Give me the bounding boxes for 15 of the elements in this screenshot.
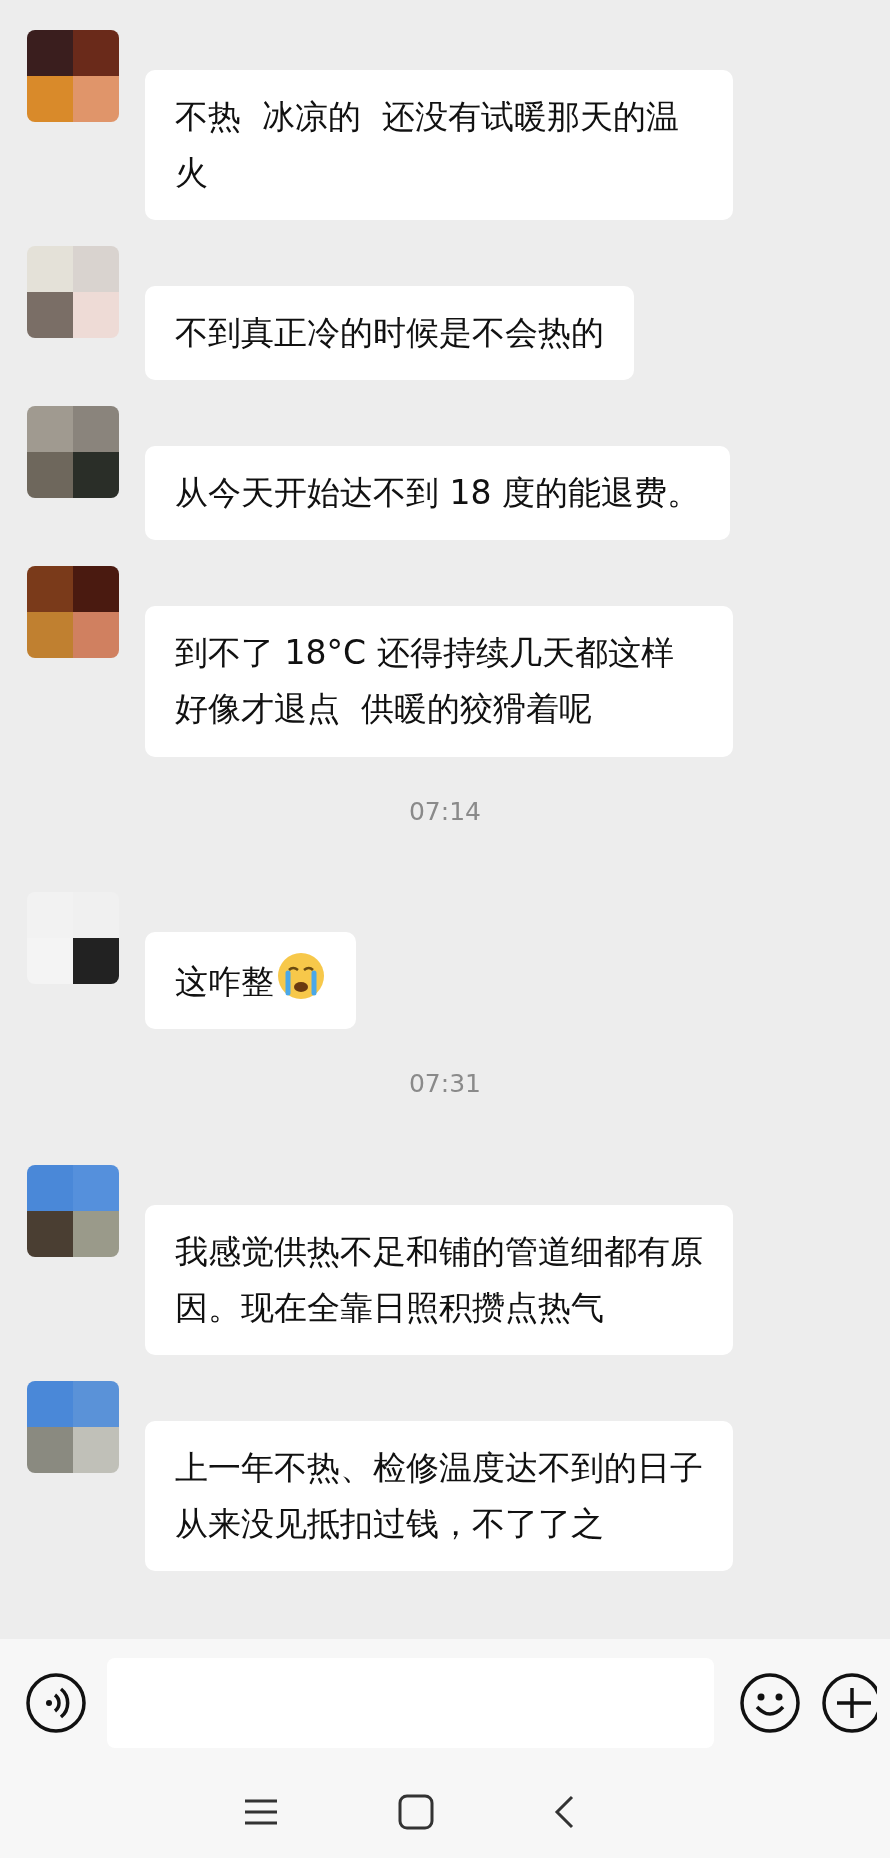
message-bubble: 不到真正冷的时候是不会热的: [145, 286, 634, 381]
message-bubble: 这咋整: [145, 932, 356, 1030]
message-bubble: 我感觉供热不足和铺的管道细都有原因。现在全靠日照积攒点热气: [145, 1204, 733, 1355]
plus-icon[interactable]: [821, 1671, 877, 1734]
home-icon[interactable]: [398, 1794, 434, 1830]
message-bubble: 从今天开始达不到 18 度的能退费。: [145, 446, 730, 541]
voice-icon[interactable]: [25, 1671, 87, 1734]
message-bubble: 到不了 18°C 还得持续几天都这样好像才退点 供暖的狡猾着呢: [145, 606, 733, 757]
message-bubble: 不热 冰凉的 还没有试暖那天的温火: [145, 70, 733, 221]
menu-icon[interactable]: [243, 1798, 279, 1826]
back-icon[interactable]: [553, 1795, 575, 1829]
message-bubble: 上一年不热、检修温度达不到的日子从来没见抵扣过钱，不了了之: [145, 1420, 733, 1572]
emoji-icon[interactable]: [739, 1671, 801, 1734]
timestamp: 07:14: [408, 796, 481, 826]
timestamp: 07:31: [408, 1069, 481, 1099]
